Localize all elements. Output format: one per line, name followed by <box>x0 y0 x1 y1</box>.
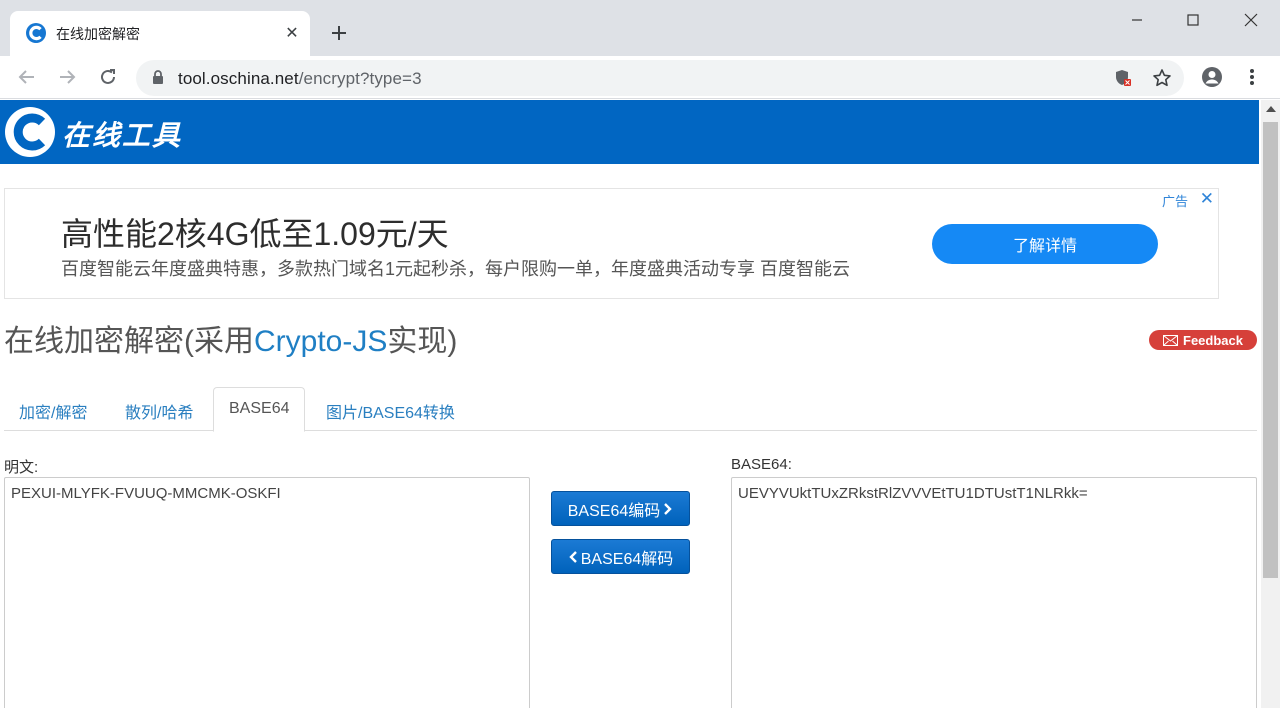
tab-close-icon[interactable]: ✕ <box>280 21 304 45</box>
site-favicon-icon <box>26 23 46 43</box>
tab-image-base64[interactable]: 图片/BASE64转换 <box>311 387 470 431</box>
base64-output[interactable]: UEVYVUktTUxZRkstRlZVVVEtTU1DTUstT1NLRkk= <box>731 477 1257 708</box>
mail-icon <box>1163 334 1178 346</box>
minimize-icon[interactable] <box>1114 6 1160 34</box>
tab-hash[interactable]: 散列/哈希 <box>110 387 208 431</box>
browser-tab[interactable]: 在线加密解密 ✕ <box>10 11 310 56</box>
tab-title: 在线加密解密 <box>56 26 140 42</box>
site-header: 在线工具 <box>0 100 1259 164</box>
tab-base64[interactable]: BASE64 <box>213 387 306 432</box>
url-text: tool.oschina.net/encrypt?type=3 <box>178 69 422 88</box>
back-icon[interactable] <box>12 62 42 92</box>
ad-description[interactable]: 百度智能云年度盛典特惠，多款热门域名1元起秒杀，每户限购一单，年度盛典活动专享 … <box>61 255 850 281</box>
base64-decode-button[interactable]: BASE64解码 <box>551 539 690 574</box>
scroll-thumb[interactable] <box>1263 122 1278 578</box>
bookmark-star-icon[interactable] <box>1151 67 1173 89</box>
page-title: 在线加密解密(采用Crypto-JS实现) <box>4 325 458 358</box>
maximize-icon[interactable] <box>1170 6 1216 34</box>
window-close-icon[interactable] <box>1228 6 1274 34</box>
encode-label: BASE64编码 <box>567 502 661 520</box>
plain-text-label: 明文: <box>4 459 39 476</box>
ad-headline[interactable]: 高性能2核4G低至1.09元/天 <box>61 209 449 255</box>
tool-tabs: 加密/解密 散列/哈希 BASE64 图片/BASE64转换 <box>4 387 1257 432</box>
page-viewport: 在线工具 高性能2核4G低至1.09元/天 百度智能云年度盛典特惠，多款热门域名… <box>0 100 1280 708</box>
lock-icon <box>153 70 163 84</box>
base64-label: BASE64: <box>731 456 792 473</box>
ad-close-icon[interactable]: ✕ <box>1200 189 1214 209</box>
ad-banner[interactable]: 高性能2核4G低至1.09元/天 百度智能云年度盛典特惠，多款热门域名1元起秒杀… <box>4 188 1219 299</box>
ad-cta-button[interactable]: 了解详情 <box>932 224 1158 264</box>
feedback-button[interactable]: Feedback <box>1149 330 1257 350</box>
reload-icon[interactable] <box>93 62 123 92</box>
address-bar[interactable]: tool.oschina.net/encrypt?type=3 <box>136 60 1184 96</box>
ad-tag: 广告 <box>1161 194 1188 209</box>
chevron-left-icon <box>569 550 577 563</box>
profile-icon[interactable] <box>1197 62 1227 92</box>
decode-label: BASE64解码 <box>580 550 674 568</box>
forward-icon[interactable] <box>52 62 82 92</box>
page-scrollbar[interactable] <box>1261 100 1280 708</box>
site-logo-icon[interactable] <box>4 106 56 158</box>
feedback-label: Feedback <box>1183 332 1243 348</box>
new-tab-icon[interactable] <box>326 20 352 46</box>
browser-toolbar: tool.oschina.net/encrypt?type=3 <box>0 56 1280 99</box>
plain-text-input[interactable]: PEXUI-MLYFK-FVUUQ-MMCMK-OSKFI <box>4 477 530 708</box>
tab-encrypt-decrypt[interactable]: 加密/解密 <box>4 387 102 431</box>
menu-kebab-icon[interactable] <box>1237 62 1267 92</box>
base64-encode-button[interactable]: BASE64编码 <box>551 491 690 526</box>
scroll-up-icon[interactable] <box>1266 106 1276 112</box>
chevron-right-icon <box>664 502 672 515</box>
blocked-content-icon[interactable] <box>1112 67 1134 89</box>
site-logo-text[interactable]: 在线工具 <box>62 114 182 154</box>
browser-titlebar: 在线加密解密 ✕ <box>0 0 1280 56</box>
